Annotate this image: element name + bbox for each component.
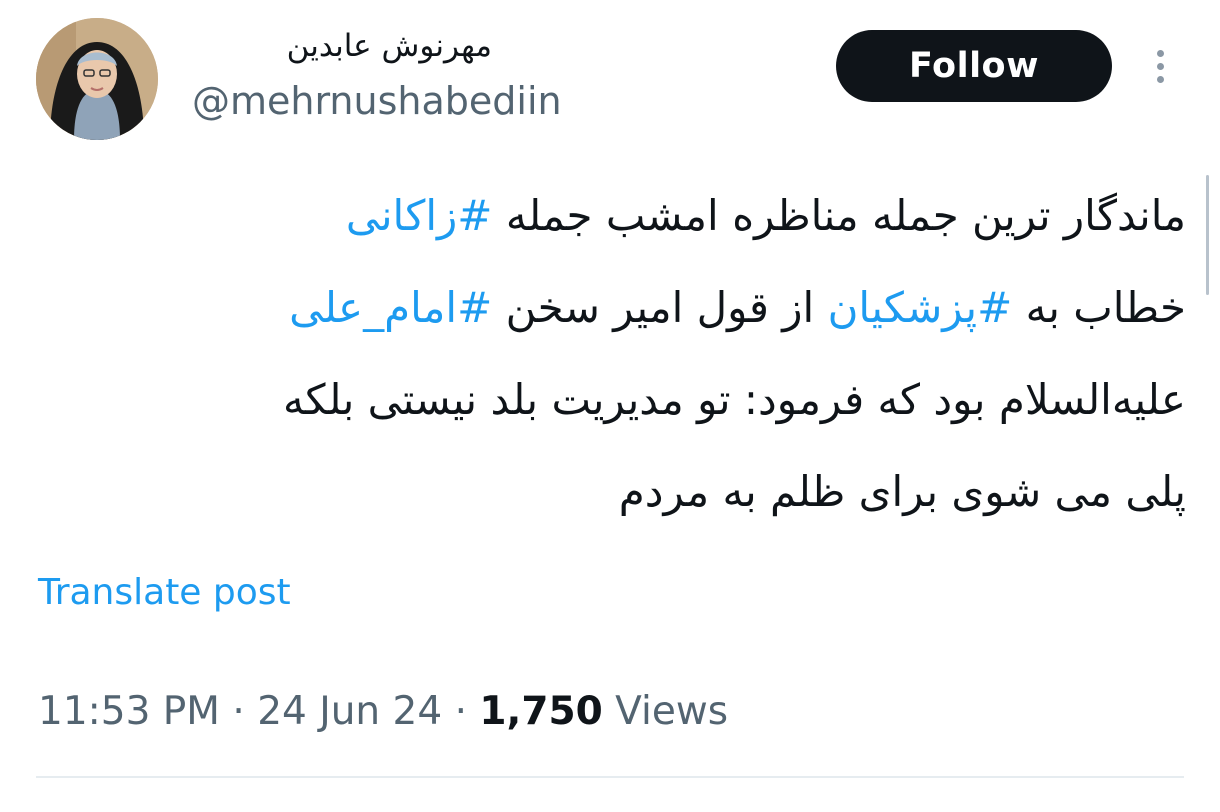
tweet-text-segment: پلی می شوی برای ظلم به مردم [618, 467, 1186, 516]
tweet-line: علیه‌السلام بود که فرمود: تو مدیریت بلد … [36, 354, 1186, 446]
tweet-text-segment: علیه‌السلام بود که فرمود: تو مدیریت بلد … [282, 375, 1186, 424]
hashtag-link[interactable]: #امام_علی [289, 283, 492, 332]
tweet-text-segment: خطاب به [1012, 283, 1186, 332]
avatar[interactable] [36, 18, 158, 140]
avatar-image [36, 18, 158, 140]
tweet-line: ماندگار ترین جمله مناظره امشب جمله #زاکا… [36, 170, 1186, 262]
hashtag-link[interactable]: #زاکانی [346, 191, 493, 240]
post-time[interactable]: 11:53 PM [38, 689, 220, 734]
meta-separator: · [232, 689, 245, 734]
author-display-name[interactable]: مهرنوش عابدین [192, 26, 492, 66]
tweet-line: پلی می شوی برای ظلم به مردم [36, 446, 1186, 538]
dot [1156, 75, 1164, 83]
tweet-line: خطاب به #پزشکیان از قول امیر سخن #امام_ع… [36, 262, 1186, 354]
follow-button[interactable]: Follow [836, 30, 1112, 102]
meta-separator: · [454, 689, 467, 734]
tweet-meta: 11:53 PM · 24 Jun 24 · 1,750 Views [38, 686, 728, 738]
tweet-text-segment: ماندگار ترین جمله مناظره امشب جمله [492, 191, 1186, 240]
translate-post-link[interactable]: Translate post [38, 570, 291, 616]
tweet-body: ماندگار ترین جمله مناظره امشب جمله #زاکا… [36, 170, 1186, 538]
dot [1156, 62, 1164, 70]
more-options-icon[interactable] [1144, 42, 1176, 90]
views-count: 1,750 [479, 689, 603, 734]
scrollbar[interactable] [1206, 175, 1209, 295]
author-handle[interactable]: @mehrnushabediin [192, 78, 562, 124]
views-label: Views [615, 689, 729, 734]
tweet-text-segment: از قول امیر سخن [492, 283, 828, 332]
dot [1156, 49, 1164, 57]
post-date[interactable]: 24 Jun 24 [257, 689, 442, 734]
divider [36, 776, 1184, 778]
hashtag-link[interactable]: #پزشکیان [828, 283, 1013, 332]
